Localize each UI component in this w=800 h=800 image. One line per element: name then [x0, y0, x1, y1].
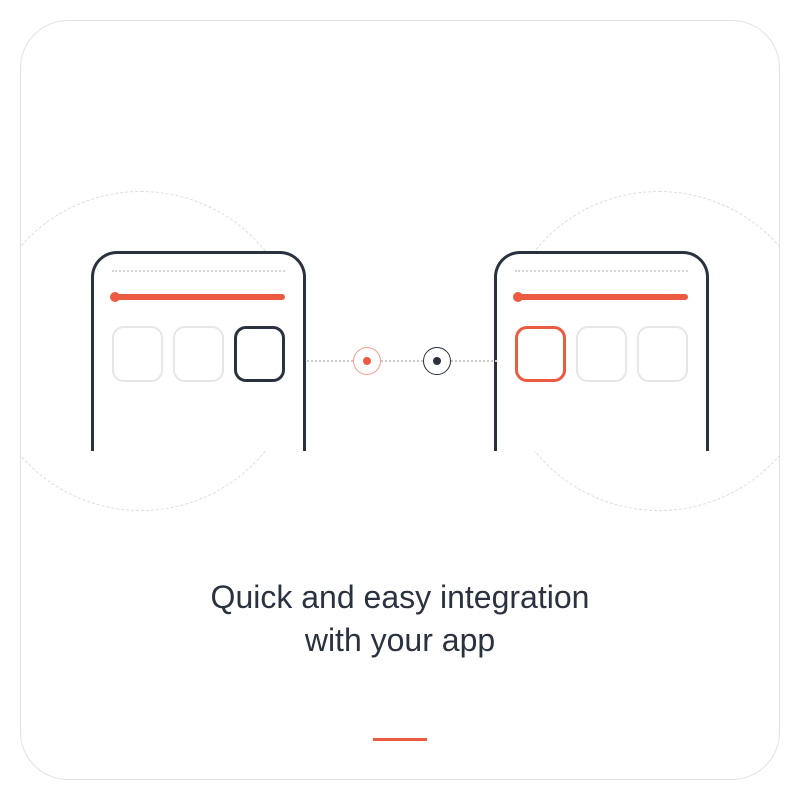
app-tile — [637, 326, 688, 382]
app-tile-accent — [515, 326, 566, 382]
connection-line — [451, 360, 497, 362]
integration-illustration — [21, 191, 779, 511]
app-tile — [112, 326, 163, 382]
heading-line-1: Quick and easy integration — [211, 579, 590, 615]
app-tile — [173, 326, 224, 382]
app-row — [515, 326, 688, 382]
phone-mockup-left — [91, 251, 306, 451]
phone-mockup-right — [494, 251, 709, 451]
app-tile-selected — [234, 326, 285, 382]
address-bar-icon — [515, 294, 688, 300]
connection-node-accent-icon — [353, 347, 381, 375]
heading-line-2: with your app — [305, 622, 495, 658]
connection-line — [381, 360, 423, 362]
address-bar-icon — [112, 294, 285, 300]
connection-node-dark-icon — [423, 347, 451, 375]
connection-line — [307, 360, 353, 362]
accent-divider — [373, 738, 427, 741]
app-row — [112, 326, 285, 382]
feature-card: Quick and easy integration with your app — [20, 20, 780, 780]
feature-heading: Quick and easy integration with your app — [21, 576, 779, 662]
app-tile — [576, 326, 627, 382]
